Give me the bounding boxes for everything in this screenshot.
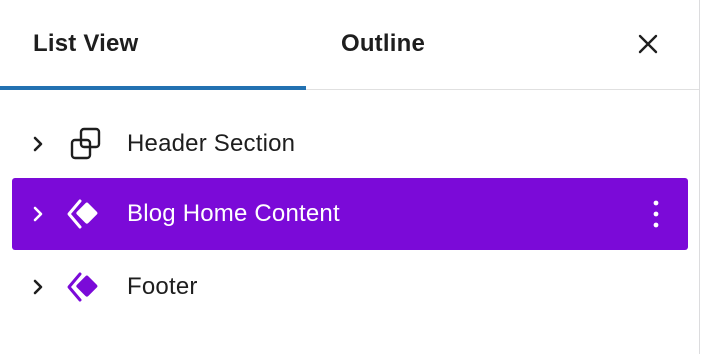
active-tab-indicator <box>0 86 306 90</box>
more-vertical-icon[interactable] <box>640 194 672 234</box>
template-part-icon <box>66 196 106 232</box>
list-item-header-section[interactable]: Header Section <box>12 108 688 180</box>
close-icon <box>638 34 658 54</box>
panel-tabs: List View Outline <box>0 0 699 90</box>
chevron-right-icon[interactable] <box>30 275 46 299</box>
list-item-label: Footer <box>127 273 198 300</box>
tab-outline[interactable]: Outline <box>306 0 460 88</box>
panel-edge <box>700 0 704 354</box>
list-item-footer[interactable]: Footer <box>12 251 688 323</box>
tab-list-view[interactable]: List View <box>0 0 306 88</box>
template-part-icon <box>66 269 106 305</box>
list-view-panel: List View Outline Header Section Blog Ho… <box>0 0 700 354</box>
chevron-right-icon[interactable] <box>30 132 46 156</box>
chevron-right-icon[interactable] <box>30 202 46 226</box>
group-icon <box>66 126 106 162</box>
list-item-label: Header Section <box>127 130 296 157</box>
close-button[interactable] <box>628 24 668 64</box>
list-item-blog-home-content[interactable]: Blog Home Content <box>12 178 688 250</box>
list-item-label: Blog Home Content <box>127 200 340 227</box>
